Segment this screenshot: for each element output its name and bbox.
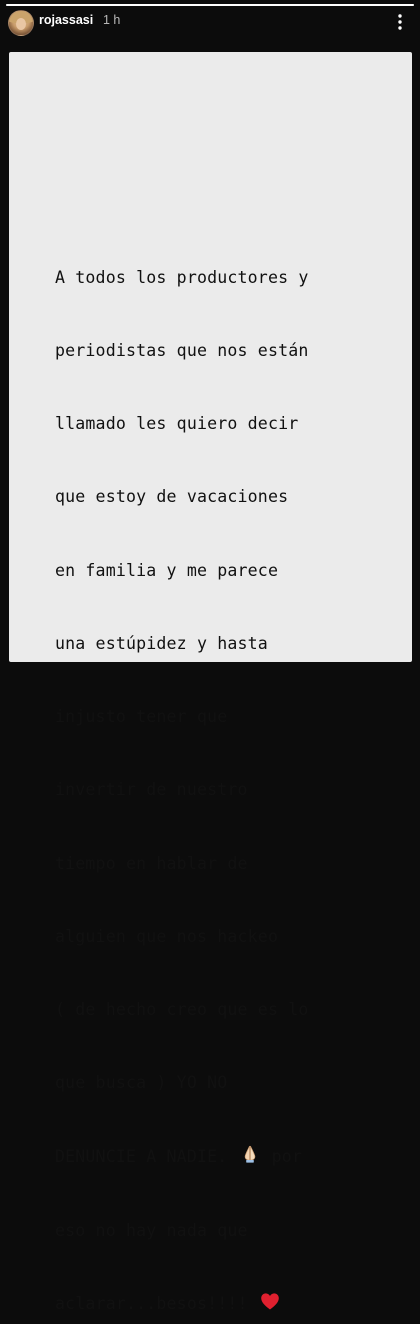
message-line-2: periodistas que nos están bbox=[55, 341, 309, 361]
message-line-6: una estúpidez y hasta bbox=[55, 633, 268, 653]
message-line-13-text: DENUNCIE A NADIE. bbox=[55, 1147, 238, 1167]
message-line-13: DENUNCIE A NADIE. por bbox=[55, 1144, 395, 1169]
avatar[interactable] bbox=[8, 10, 34, 36]
message-line-4: que estoy de vacaciones bbox=[55, 487, 289, 507]
story-progress-fill bbox=[6, 4, 414, 6]
message-line-12: que busca ) YO NO bbox=[55, 1073, 228, 1093]
message-line-14: eso no hay nada que bbox=[55, 1220, 248, 1240]
praying-hands-icon bbox=[244, 1146, 255, 1164]
message-line-1: A todos los productores y bbox=[55, 267, 309, 287]
story-message: A todos los productores y periodistas qu… bbox=[55, 217, 395, 1324]
message-line-10: alguien que nos hackeo bbox=[55, 926, 279, 946]
message-line-9: tiempo en hablar de bbox=[55, 853, 248, 873]
avatar-face bbox=[16, 18, 26, 30]
red-heart-icon bbox=[261, 1293, 279, 1310]
message-line-8: invertir de nuestro bbox=[55, 780, 248, 800]
message-line-15: aclarar...besos!!!! bbox=[55, 1292, 395, 1316]
more-dots-icon bbox=[398, 14, 402, 30]
message-line-11: ( de hecho creo que es lo bbox=[55, 1000, 309, 1019]
message-line-3: llamado les quiero decir bbox=[55, 414, 299, 434]
message-line-13-after: por bbox=[261, 1147, 303, 1167]
message-line-7: injusto tener que bbox=[55, 707, 228, 727]
timestamp: 1 h bbox=[103, 13, 121, 27]
story-card: A todos los productores y periodistas qu… bbox=[9, 52, 412, 1313]
more-options-button[interactable] bbox=[388, 10, 412, 34]
story-progress-bar bbox=[6, 4, 414, 6]
message-line-15-text: aclarar...besos!!!! bbox=[55, 1293, 258, 1313]
story-header: rojassasi 1 h bbox=[0, 8, 420, 38]
username[interactable]: rojassasi bbox=[39, 13, 93, 27]
message-line-5: en familia y me parece bbox=[55, 560, 279, 580]
